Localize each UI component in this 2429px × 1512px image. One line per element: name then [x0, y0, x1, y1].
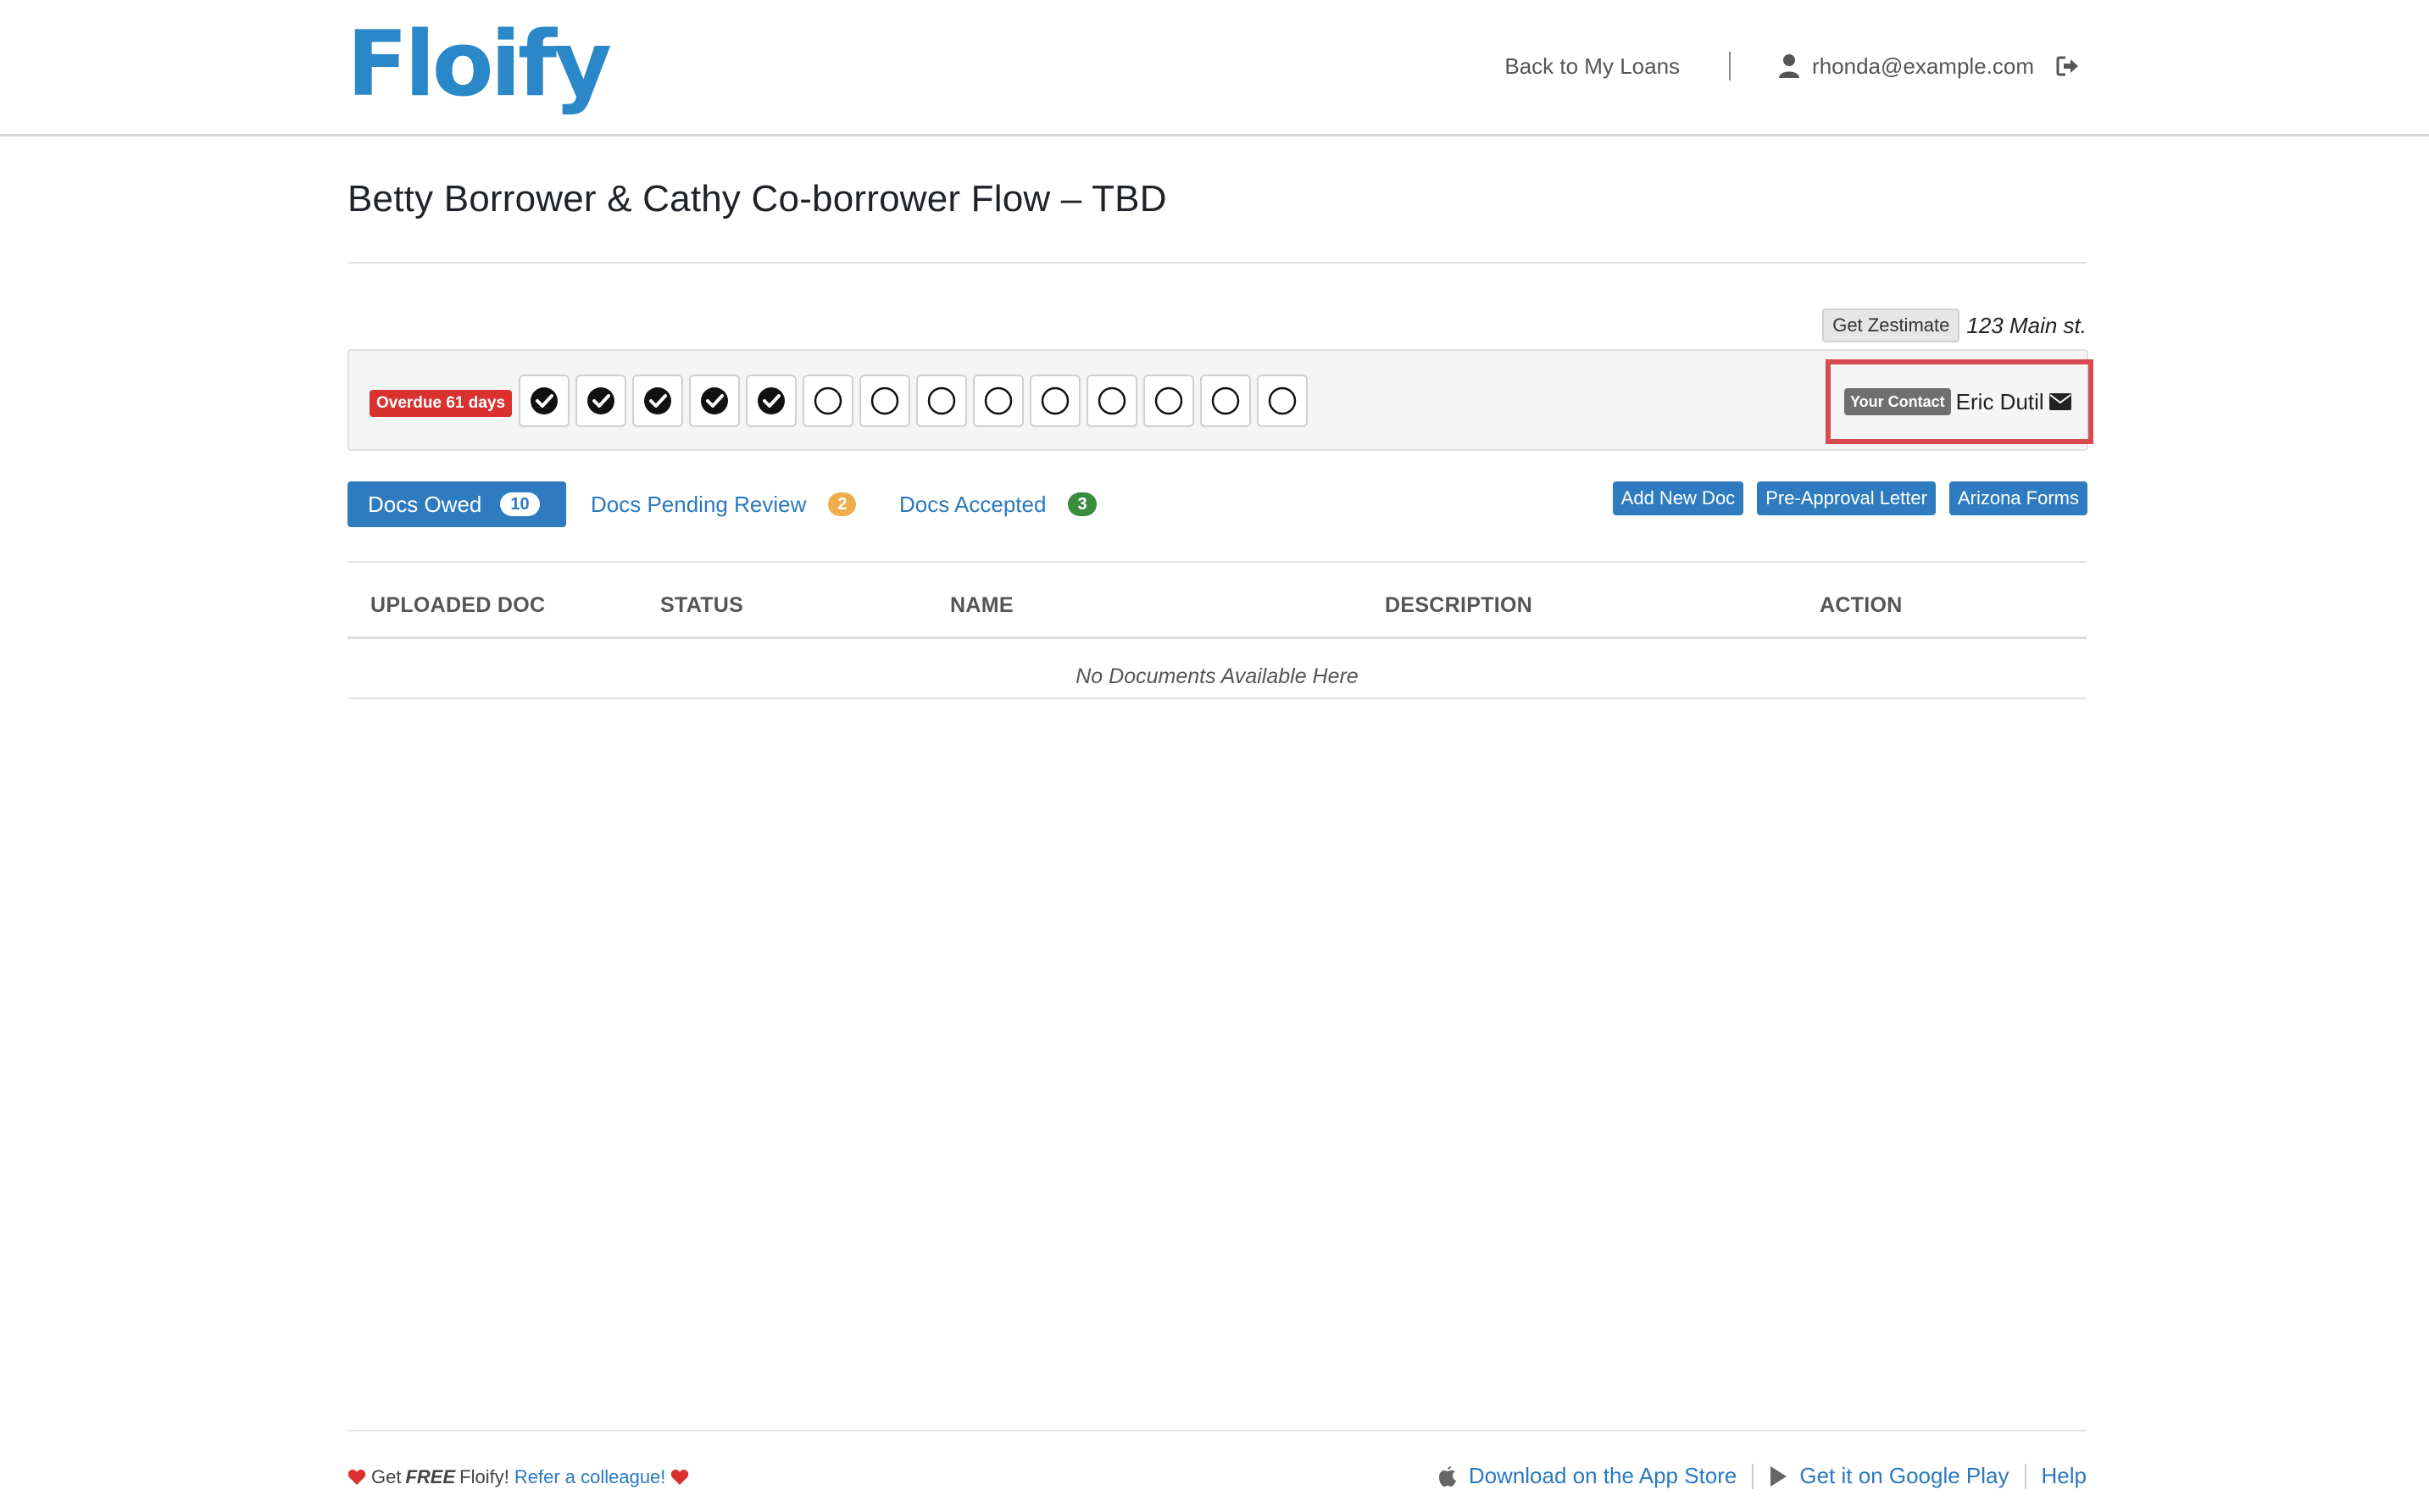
nav-divider: [1729, 52, 1731, 81]
tab-docs-owed-label: Docs Owed: [368, 491, 482, 517]
property-address: 123 Main st.: [1966, 312, 2087, 338]
progress-step-pending: [916, 375, 967, 427]
tab-docs-accepted[interactable]: Docs Accepted 3: [899, 481, 1097, 527]
apple-icon: [1438, 1465, 1456, 1487]
column-header-status: STATUS: [660, 593, 744, 617]
help-link[interactable]: Help: [2042, 1463, 2087, 1489]
empty-circle-icon: [1098, 386, 1126, 415]
empty-circle-icon: [927, 386, 956, 415]
google-play-link[interactable]: Get it on Google Play: [1799, 1463, 2009, 1489]
column-header-action: ACTION: [1820, 593, 1903, 617]
progress-step-pending: [1200, 375, 1251, 427]
empty-circle-icon: [1041, 386, 1070, 415]
docs-owed-count-badge: 10: [500, 492, 540, 516]
doc-action-buttons: Add New Doc Pre-Approval Letter Arizona …: [1599, 481, 2087, 515]
tab-docs-pending-label: Docs Pending Review: [591, 491, 807, 517]
check-circle-icon: [531, 387, 558, 414]
column-header-description: DESCRIPTION: [1385, 593, 1533, 617]
check-circle-icon: [758, 387, 785, 414]
empty-circle-icon: [870, 386, 899, 415]
docs-pending-count-badge: 2: [828, 492, 857, 516]
sign-out-icon[interactable]: [2056, 55, 2080, 77]
user-icon: [1779, 54, 1800, 78]
progress-step-complete: [689, 375, 740, 427]
loan-progress-bar: Overdue 61 days Your Contact Eric Dutil: [347, 349, 2093, 451]
back-to-loans-link[interactable]: Back to My Loans: [1504, 53, 1680, 80]
property-row: Get Zestimate 123 Main st.: [1822, 309, 2087, 342]
page-title: Betty Borrower & Cathy Co-borrower Flow …: [347, 178, 1167, 220]
footer-divider-1: [1752, 1463, 1754, 1489]
your-contact-box: Your Contact Eric Dutil: [1826, 359, 2093, 444]
progress-step-pending: [1087, 375, 1137, 427]
progress-step-complete: [575, 375, 626, 427]
heart-icon: [347, 1470, 366, 1485]
refer-colleague-link[interactable]: Refer a colleague!: [514, 1466, 666, 1488]
check-circle-icon: [644, 387, 671, 414]
floify-logo[interactable]: Floify: [347, 12, 612, 116]
logo-text: Floify: [347, 12, 612, 116]
promo-free-text: FREE: [405, 1466, 456, 1487]
promo-get-text: Get: [371, 1466, 402, 1487]
heart-icon: [671, 1470, 689, 1485]
footer-divider: [347, 1430, 2087, 1431]
overdue-badge: Overdue 61 days: [370, 390, 513, 417]
google-play-icon: [1770, 1465, 1787, 1487]
empty-circle-icon: [1154, 386, 1183, 415]
empty-circle-icon: [814, 386, 842, 415]
user-email[interactable]: rhonda@example.com: [1812, 53, 2034, 80]
table-header-border: [347, 636, 2087, 639]
table-bottom-border: [347, 698, 2087, 699]
tab-docs-accepted-label: Docs Accepted: [899, 491, 1047, 517]
tab-docs-owed[interactable]: Docs Owed 10: [347, 481, 566, 527]
pre-approval-letter-button[interactable]: Pre-Approval Letter: [1757, 481, 1936, 515]
footer-links: Download on the App Store Get it on Goog…: [1438, 1463, 2087, 1489]
empty-circle-icon: [984, 386, 1013, 415]
check-circle-icon: [587, 387, 614, 414]
progress-step-complete: [632, 375, 683, 427]
progress-step-pending: [803, 375, 853, 427]
empty-table-message: No Documents Available Here: [1076, 664, 1359, 688]
progress-steps: [519, 375, 1314, 427]
progress-step-pending: [973, 375, 1024, 427]
tab-docs-pending-review[interactable]: Docs Pending Review 2: [591, 481, 857, 527]
empty-circle-icon: [1268, 386, 1297, 415]
progress-step-complete: [519, 375, 570, 427]
contact-name: Eric Dutil: [1955, 388, 2044, 414]
docs-accepted-count-badge: 3: [1068, 492, 1097, 516]
add-new-doc-button[interactable]: Add New Doc: [1612, 481, 1744, 515]
arizona-forms-button[interactable]: Arizona Forms: [1948, 481, 2087, 515]
column-header-name: NAME: [950, 593, 1014, 617]
progress-step-pending: [859, 375, 910, 427]
get-zestimate-button[interactable]: Get Zestimate: [1822, 309, 1960, 342]
check-circle-icon: [701, 387, 728, 414]
promo-floify-text: Floify!: [459, 1466, 509, 1487]
progress-step-pending: [1030, 375, 1081, 427]
footer-divider-2: [2024, 1463, 2026, 1489]
table-top-border: [347, 561, 2087, 563]
top-header: Floify Back to My Loans rhonda@example.c…: [0, 0, 2429, 136]
app-store-link[interactable]: Download on the App Store: [1469, 1463, 1737, 1489]
column-header-uploaded-doc: UPLOADED DOC: [370, 593, 546, 617]
your-contact-label: Your Contact: [1844, 388, 1951, 415]
progress-step-pending: [1257, 375, 1308, 427]
referral-promo: Get FREE Floify! Refer a colleague!: [347, 1466, 689, 1488]
empty-circle-icon: [1211, 386, 1240, 415]
envelope-icon[interactable]: [2048, 393, 2071, 410]
progress-step-pending: [1143, 375, 1194, 427]
title-divider: [347, 262, 2087, 264]
header-nav: Back to My Loans rhonda@example.com: [1504, 49, 2080, 83]
progress-step-complete: [746, 375, 797, 427]
